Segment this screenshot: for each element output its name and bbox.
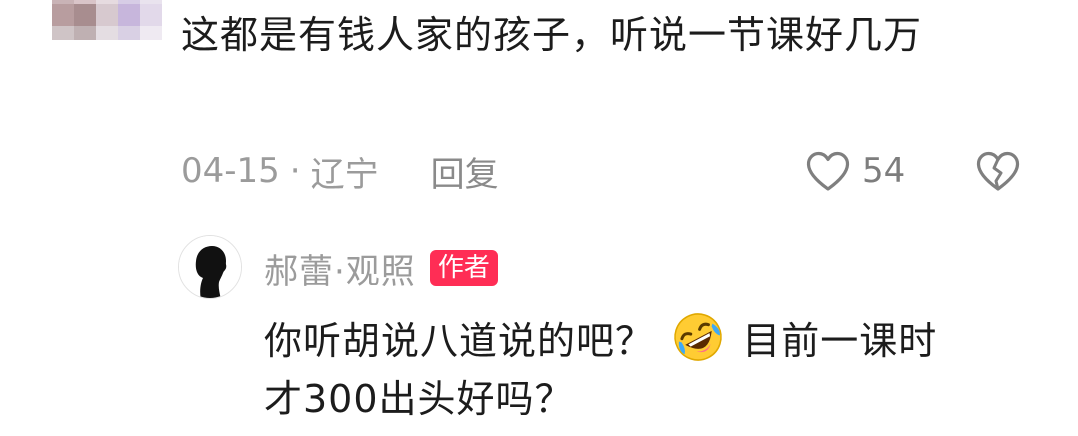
reply-text-part2: 目前一课时 xyxy=(742,319,938,363)
like-count: 54 xyxy=(862,151,906,191)
broken-heart-icon[interactable] xyxy=(974,148,1022,194)
author-badge: 作者 xyxy=(429,250,498,286)
reply-header: 郝蕾·观照 作者 xyxy=(264,244,498,292)
comment-date: 04-15 xyxy=(181,151,280,191)
reply-text: 你听胡说八道说的吧？ 目前一课时 才300出头好吗？ xyxy=(264,310,1044,428)
comment-text: 这都是有钱人家的孩子，听说一节课好几万 xyxy=(181,13,923,57)
reply-text-part3: 才300出头好吗？ xyxy=(264,377,574,421)
meta-separator: · xyxy=(289,151,301,191)
reply-text-part1: 你听胡说八道说的吧？ xyxy=(264,319,655,363)
author-silhouette-image xyxy=(179,236,241,298)
commenter-avatar[interactable] xyxy=(52,0,162,40)
reply-line-1: 你听胡说八道说的吧？ 目前一课时 xyxy=(264,310,1044,370)
rolling-on-floor-laughing-emoji xyxy=(674,313,722,361)
author-avatar[interactable] xyxy=(178,235,242,299)
comment-meta: 04-15 · 辽宁 回复 xyxy=(181,145,499,197)
reply-button[interactable]: 回复 xyxy=(431,147,499,196)
heart-outline-icon xyxy=(806,151,850,191)
like-button[interactable]: 54 xyxy=(804,145,905,197)
comment-location: 辽宁 xyxy=(310,154,379,195)
reply-line-2: 才300出头好吗？ xyxy=(264,370,1044,428)
author-name[interactable]: 郝蕾·观照 xyxy=(264,244,416,293)
